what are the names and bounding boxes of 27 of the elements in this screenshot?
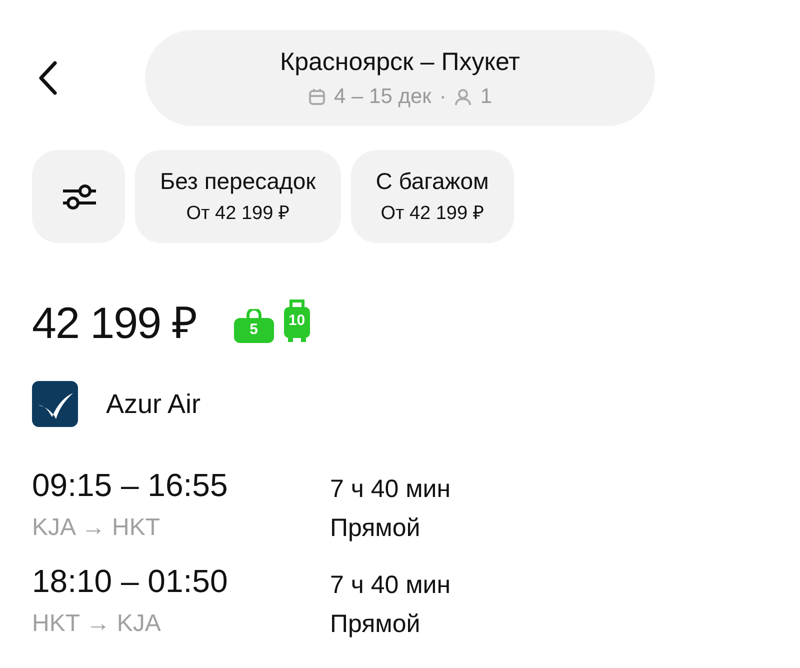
filter-price: От 42 199 ₽	[380, 202, 484, 225]
sliders-icon	[62, 182, 96, 210]
flight-times: 18:10 – 01:50	[32, 563, 229, 600]
person-icon	[454, 88, 472, 106]
flight-duration: 7 ч 40 мин	[330, 571, 452, 600]
airline-name: Azur Air	[106, 388, 201, 420]
filters-button[interactable]	[32, 150, 125, 243]
flight-route: KJA → HKT	[32, 514, 162, 543]
route-title: Красноярск – Пхукет	[280, 48, 520, 76]
flight-route: HKT → KJA	[32, 610, 162, 639]
filter-title: С багажом	[376, 168, 489, 195]
flight-times: 09:15 – 16:55	[32, 467, 229, 504]
back-icon	[38, 61, 58, 95]
flight-duration: 7 ч 40 мин	[330, 475, 452, 504]
filter-title: Без пересадок	[160, 168, 316, 195]
stops-info: Прямой	[330, 610, 422, 639]
trip-dates: 4 – 15 дек	[334, 84, 432, 108]
airline-logo	[32, 381, 78, 427]
separator-dot: ·	[439, 84, 446, 108]
filter-price: От 42 199 ₽	[186, 202, 290, 225]
ticket-price: 42 199 ₽	[32, 298, 197, 350]
calendar-icon	[308, 88, 326, 106]
stops-info: Прямой	[330, 514, 422, 543]
passenger-count: 1	[480, 84, 492, 108]
filter-chip[interactable]: Без пересадок От 42 199 ₽	[135, 150, 341, 243]
route-summary[interactable]: Красноярск – Пхукет 4 – 15 дек · 1	[145, 30, 655, 126]
filter-chip[interactable]: С багажом От 42 199 ₽	[350, 150, 514, 243]
